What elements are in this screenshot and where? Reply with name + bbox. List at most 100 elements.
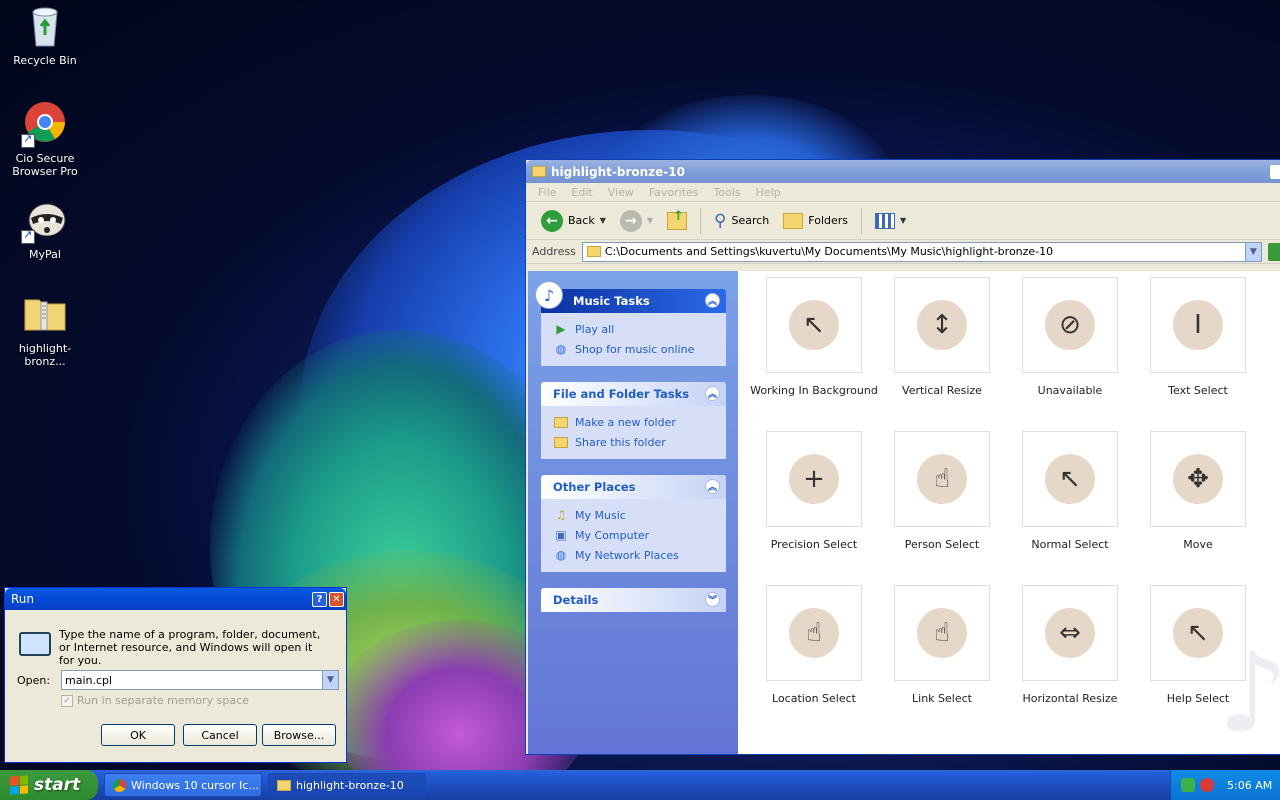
task-new-folder[interactable]: Make a new folder: [553, 412, 726, 432]
taskbar-item-folder[interactable]: highlight-bronze-10: [268, 773, 426, 797]
open-input-value: main.cpl: [65, 673, 113, 687]
details-header[interactable]: Details ︾: [541, 588, 726, 612]
file-thumbnail: ↕: [894, 277, 990, 373]
task-label: highlight-bronze-10: [296, 778, 404, 792]
cursor-preview-icon: ⇔: [1045, 608, 1095, 658]
explorer-window[interactable]: highlight-bronze-10 File Edit View Favor…: [525, 159, 1280, 755]
run-titlebar[interactable]: Run ? ✕: [5, 588, 346, 610]
cursor-preview-icon: ☝: [917, 608, 967, 658]
file-item[interactable]: I Text Select: [1134, 277, 1262, 397]
menu-file[interactable]: File: [538, 186, 556, 199]
task-label: Shop for music online: [575, 342, 695, 356]
explorer-title: highlight-bronze-10: [551, 164, 685, 179]
file-item[interactable]: ✥ Move: [1134, 431, 1262, 551]
menu-tools[interactable]: Tools: [714, 186, 741, 199]
desktop-icon-label: highlight-bronz...: [18, 342, 72, 368]
task-share-folder[interactable]: Share this folder: [553, 432, 726, 452]
views-button[interactable]: ▼: [870, 210, 911, 232]
collapse-chevron-icon[interactable]: ︽: [705, 386, 720, 401]
folder-icon: [586, 246, 601, 257]
expand-chevron-icon[interactable]: ︾: [705, 592, 720, 607]
taskbar-item-browser[interactable]: Windows 10 cursor Ic...: [104, 773, 262, 797]
open-dropdown-icon[interactable]: ▼: [322, 671, 338, 689]
menu-edit[interactable]: Edit: [571, 186, 592, 199]
shortcut-arrow-icon: [21, 132, 35, 148]
cursor-preview-icon: ↖: [1045, 454, 1095, 504]
file-item[interactable]: + Precision Select: [750, 431, 878, 551]
search-button[interactable]: ⚲ Search: [709, 208, 774, 234]
browse-button[interactable]: Browse...: [262, 724, 336, 746]
file-label: Vertical Resize: [902, 384, 982, 397]
taskbar: start Windows 10 cursor Ic... highlight-…: [0, 770, 1280, 800]
forward-button[interactable]: → ▼: [615, 207, 658, 235]
address-dropdown-icon[interactable]: ▼: [1244, 242, 1261, 261]
menu-view[interactable]: View: [608, 186, 634, 199]
collapse-chevron-icon[interactable]: ︽: [705, 293, 720, 308]
search-label: Search: [731, 214, 770, 227]
address-field[interactable]: C:\Documents and Settings\kuvertu\My Doc…: [581, 241, 1262, 262]
other-places-header[interactable]: Other Places ︽: [541, 475, 726, 499]
toolbar-separator: [700, 207, 702, 234]
file-thumbnail: ⊘: [1022, 277, 1118, 373]
desktop-icon-cio-browser[interactable]: Cio Secure Browser Pro: [0, 100, 90, 178]
file-item[interactable]: ☝ Location Select: [750, 585, 878, 705]
file-item[interactable]: ☝ Link Select: [878, 585, 1006, 705]
file-thumbnail: ↖: [766, 277, 862, 373]
shortcut-arrow-icon: [21, 228, 35, 244]
file-item[interactable]: ⇔ Horizontal Resize: [1006, 585, 1134, 705]
windows-logo-icon: [10, 775, 28, 795]
file-item[interactable]: ⊘ Unavailable: [1006, 277, 1134, 397]
explorer-titlebar[interactable]: highlight-bronze-10: [526, 160, 1280, 183]
help-button[interactable]: ?: [312, 591, 327, 607]
file-item[interactable]: ↕ Vertical Resize: [878, 277, 1006, 397]
file-folder-tasks-header[interactable]: File and Folder Tasks ︽: [541, 382, 726, 406]
file-item[interactable]: ↖ Normal Select: [1006, 431, 1134, 551]
file-label: Person Select: [904, 538, 980, 551]
address-path: C:\Documents and Settings\kuvertu\My Doc…: [604, 245, 1054, 258]
panel-title: Details: [553, 593, 599, 607]
toolbar: ← Back ▼ → ▼ ↑ ⚲ Search Folders ▼: [526, 202, 1280, 240]
task-play-all[interactable]: ▶ Play all: [553, 319, 726, 339]
folders-button[interactable]: Folders: [778, 210, 853, 232]
file-item[interactable]: ☝ Person Select: [878, 431, 1006, 551]
file-thumbnail: ↖: [1150, 585, 1246, 681]
go-button[interactable]: [1267, 242, 1280, 261]
menu-favorites[interactable]: Favorites: [649, 186, 699, 199]
ok-button[interactable]: OK: [101, 724, 175, 746]
cursor-preview-icon: ↕: [917, 300, 967, 350]
close-button[interactable]: ✕: [329, 591, 344, 607]
clock[interactable]: 5:06 AM: [1227, 779, 1272, 792]
collapse-chevron-icon[interactable]: ︽: [705, 479, 720, 494]
tray-security-icon[interactable]: [1181, 778, 1195, 792]
explorer-body: ♪ Music Tasks ︽ ▶ Play all ◍ Shop for mu…: [528, 271, 1280, 754]
back-button[interactable]: ← Back ▼: [536, 207, 611, 235]
run-title: Run: [11, 592, 35, 606]
tray-shield-icon[interactable]: [1200, 778, 1214, 792]
desktop-icon-recycle-bin[interactable]: Recycle Bin: [0, 2, 90, 67]
task-shop-music[interactable]: ◍ Shop for music online: [553, 339, 726, 359]
dropdown-arrow-icon: ▼: [646, 216, 654, 225]
music-tasks-header[interactable]: ♪ Music Tasks ︽: [535, 281, 726, 313]
up-folder-button[interactable]: ↑: [662, 209, 692, 233]
forward-arrow-icon: →: [619, 209, 642, 232]
run-dialog[interactable]: Run ? ✕ Type the name of a program, fold…: [4, 587, 347, 763]
run-program-icon: [19, 632, 51, 656]
minimize-button[interactable]: [1270, 164, 1280, 179]
start-label: start: [34, 775, 81, 795]
place-my-computer[interactable]: ▣ My Computer: [553, 525, 726, 545]
panel-title: File and Folder Tasks: [553, 387, 690, 401]
open-input[interactable]: main.cpl ▼: [61, 670, 339, 690]
menu-help[interactable]: Help: [756, 186, 781, 199]
desktop-icon-mypal[interactable]: MyPal: [0, 196, 90, 261]
file-thumbnail: +: [766, 431, 862, 527]
file-thumbnail: ☝: [894, 585, 990, 681]
file-item[interactable]: ↖ Help Select: [1134, 585, 1262, 705]
separate-memory-checkbox: ✓ Run in separate memory space: [61, 694, 249, 707]
desktop-icon-zip-folder[interactable]: highlight-bronz...: [0, 290, 90, 368]
file-item[interactable]: ↖ Working In Background: [750, 277, 878, 397]
place-my-music[interactable]: ♫ My Music: [553, 505, 726, 525]
file-view[interactable]: ♪ ↖ Working In Background ↕ Vertical Resize…: [738, 271, 1280, 754]
place-my-network[interactable]: ◍ My Network Places: [553, 545, 726, 565]
cancel-button[interactable]: Cancel: [183, 724, 257, 746]
start-button[interactable]: start: [0, 770, 98, 800]
